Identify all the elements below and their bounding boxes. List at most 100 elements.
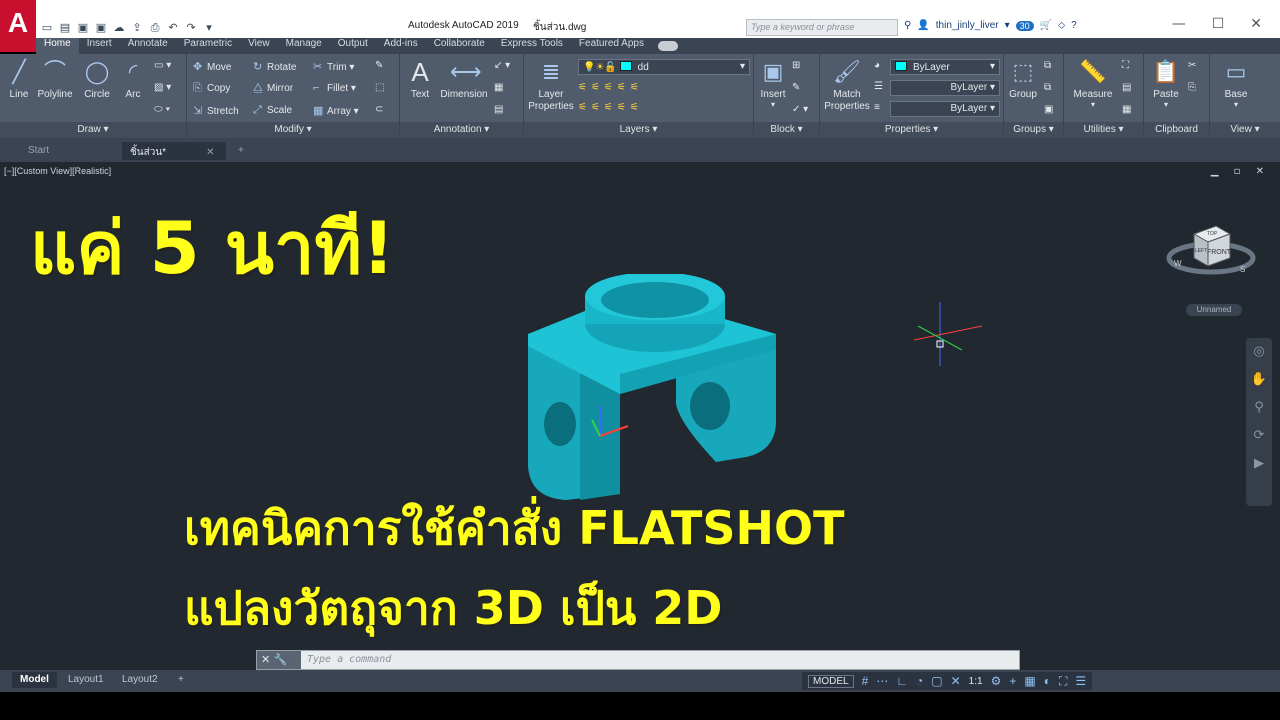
units-icon[interactable]: ▦ — [1024, 674, 1035, 688]
create-block-icon[interactable]: ⊞ — [792, 60, 800, 71]
close-icon[interactable]: ✕ — [206, 147, 214, 158]
clipboard-panel-title[interactable]: Clipboard — [1144, 122, 1209, 138]
grid-icon[interactable]: # — [862, 674, 869, 688]
cloud-icon[interactable]: ☁ — [112, 21, 126, 34]
wrench-icon[interactable]: 🔧 — [274, 653, 288, 666]
layer-tools-row2[interactable]: ⚟⚟⚟⚟⚟ — [578, 102, 643, 113]
tab-parametric[interactable]: Parametric — [176, 38, 240, 54]
binoculars-icon[interactable]: ⚲ — [904, 20, 911, 31]
drawing-viewport[interactable]: [−][Custom View][Realistic] ▁ ▫ ✕ แค่ 5 … — [0, 162, 1280, 670]
tab-model[interactable]: Model — [12, 672, 57, 688]
close-icon[interactable]: ✕ — [1250, 16, 1262, 32]
erase-icon[interactable]: ✎ — [375, 60, 383, 71]
tab-drawing[interactable]: ชิ้นส่วน* ✕ — [122, 142, 226, 160]
annotation-scale-icon[interactable]: ✕ — [951, 674, 961, 688]
ungroup-icon[interactable]: ⧉ — [1044, 60, 1051, 71]
arc-button[interactable]: ◜ Arc — [118, 58, 148, 100]
table-icon[interactable]: ▦ — [494, 82, 503, 93]
utilities-panel-title[interactable]: Utilities ▾ — [1064, 122, 1143, 138]
tab-annotate[interactable]: Annotate — [120, 38, 176, 54]
isolate-icon[interactable]: ◐ — [1044, 674, 1051, 688]
close-icon[interactable]: ✕ — [261, 653, 270, 666]
polar-icon[interactable]: ◔ — [916, 674, 923, 688]
share-icon[interactable]: ⇪ — [130, 21, 144, 34]
layer-tools-row1[interactable]: ⚟⚟⚟⚟⚟ — [578, 82, 643, 93]
steering-wheel-icon[interactable]: ◎ — [1246, 338, 1272, 366]
match-properties-button[interactable]: 🖌 Match Properties — [822, 58, 872, 113]
notification-badge[interactable]: 30 — [1015, 20, 1034, 31]
annotation-panel-title[interactable]: Annotation ▾ — [400, 122, 523, 138]
model-space-toggle[interactable]: MODEL — [808, 674, 854, 688]
attribute-icon[interactable]: ✓ ▾ — [792, 104, 808, 115]
dropdown-icon[interactable]: ▾ — [1005, 20, 1010, 31]
layer-properties-button[interactable]: ≣ Layer Properties — [528, 58, 574, 113]
snap-icon[interactable]: ⋯ — [876, 674, 888, 688]
open-folder-icon[interactable]: ▤ — [58, 21, 72, 34]
layers-panel-title[interactable]: Layers ▾ — [524, 122, 753, 138]
move-button[interactable]: ✥ Move — [193, 60, 231, 73]
tab-home[interactable]: Home — [36, 38, 79, 54]
tab-start[interactable]: Start — [20, 142, 120, 160]
plus-icon[interactable]: + — [1009, 674, 1016, 688]
viewcube[interactable]: FRONT TOP LEFT W S — [1166, 214, 1256, 284]
paste-button[interactable]: 📋 Paste ▾ — [1148, 58, 1184, 109]
new-tab-button[interactable]: + — [230, 142, 252, 160]
layer-dropdown[interactable]: 💡☀🔓 dd ▾ — [578, 59, 750, 75]
view-panel-title[interactable]: View ▾ — [1210, 122, 1280, 138]
add-layout-button[interactable]: + — [170, 672, 192, 688]
groups-panel-title[interactable]: Groups ▾ — [1004, 122, 1063, 138]
markup-icon[interactable]: ▤ — [494, 104, 503, 115]
ellipse-icon[interactable]: ⬭ ▾ — [154, 104, 170, 115]
leader-icon[interactable]: ↙ ▾ — [494, 60, 510, 71]
tab-featured-apps[interactable]: Featured Apps — [571, 38, 652, 54]
save-icon[interactable]: ▣ — [76, 21, 90, 34]
text-button[interactable]: A Text — [404, 58, 436, 100]
linetype-icon[interactable]: ≡ — [874, 102, 880, 113]
copy-clip-icon[interactable]: ⎘ — [1188, 82, 1196, 93]
base-button[interactable]: ▭ Base ▾ — [1216, 58, 1256, 109]
copy-button[interactable]: ⎘ Copy — [193, 82, 230, 95]
scale-value[interactable]: 1:1 — [969, 676, 983, 687]
osnap-icon[interactable]: ▢ — [931, 674, 942, 688]
tab-layout1[interactable]: Layout1 — [60, 672, 112, 688]
draw-panel-title[interactable]: Draw ▾ — [0, 122, 186, 138]
fullscreen-icon[interactable]: ⛶ — [1059, 674, 1067, 689]
undo-icon[interactable]: ↶ — [166, 21, 180, 34]
block-panel-title[interactable]: Block ▾ — [754, 122, 819, 138]
polyline-button[interactable]: ⌒ Polyline — [36, 58, 74, 100]
new-file-icon[interactable]: ▭ — [40, 21, 54, 34]
group-edit-icon[interactable]: ⧉ — [1044, 82, 1051, 93]
id-point-icon[interactable]: ▦ — [1122, 104, 1131, 115]
color-dropdown[interactable]: ByLayer ▾ — [890, 59, 1000, 75]
explode-icon[interactable]: ⬚ — [375, 82, 384, 93]
viewport-window-controls[interactable]: ▁ ▫ ✕ — [1211, 166, 1270, 177]
cut-icon[interactable]: ✂ — [1188, 60, 1196, 71]
edit-block-icon[interactable]: ✎ — [792, 82, 800, 93]
save-as-icon[interactable]: ▣ — [94, 21, 108, 34]
maximize-icon[interactable]: ☐ — [1212, 16, 1225, 32]
color-wheel-icon[interactable]: ◕ — [874, 60, 880, 71]
measure-button[interactable]: 📏 Measure ▾ — [1068, 58, 1118, 109]
modify-panel-title[interactable]: Modify ▾ — [187, 122, 399, 138]
print-icon[interactable]: ⎙ — [148, 21, 162, 34]
viewport-controls-label[interactable]: [−][Custom View][Realistic] — [4, 166, 111, 176]
trim-button[interactable]: ✂ Trim ▾ — [313, 60, 354, 73]
fillet-button[interactable]: ⌐ Fillet ▾ — [313, 82, 356, 94]
stretch-button[interactable]: ⇲ Stretch — [193, 104, 239, 117]
rectangle-icon[interactable]: ▭ ▾ — [154, 60, 171, 71]
ribbon-toggle[interactable] — [657, 41, 678, 51]
pan-icon[interactable]: ✋ — [1246, 366, 1272, 394]
array-button[interactable]: ▦ Array ▾ — [313, 104, 359, 117]
lineweight-dropdown[interactable]: ByLayer ▾ — [890, 101, 1000, 117]
showmotion-icon[interactable]: ▶ — [1246, 450, 1272, 478]
group-select-icon[interactable]: ▣ — [1044, 104, 1053, 115]
tab-output[interactable]: Output — [330, 38, 376, 54]
tab-manage[interactable]: Manage — [278, 38, 330, 54]
circle-button[interactable]: ◯ Circle — [80, 58, 114, 100]
help-icon[interactable]: ? — [1071, 20, 1077, 31]
quick-select-icon[interactable]: ⛶ — [1122, 60, 1129, 71]
search-input[interactable]: Type a keyword or phrase — [746, 19, 898, 36]
redo-icon[interactable]: ↷ — [184, 21, 198, 34]
line-button[interactable]: ╱ Line — [4, 58, 34, 100]
cart-icon[interactable]: 🛒 — [1040, 20, 1052, 31]
